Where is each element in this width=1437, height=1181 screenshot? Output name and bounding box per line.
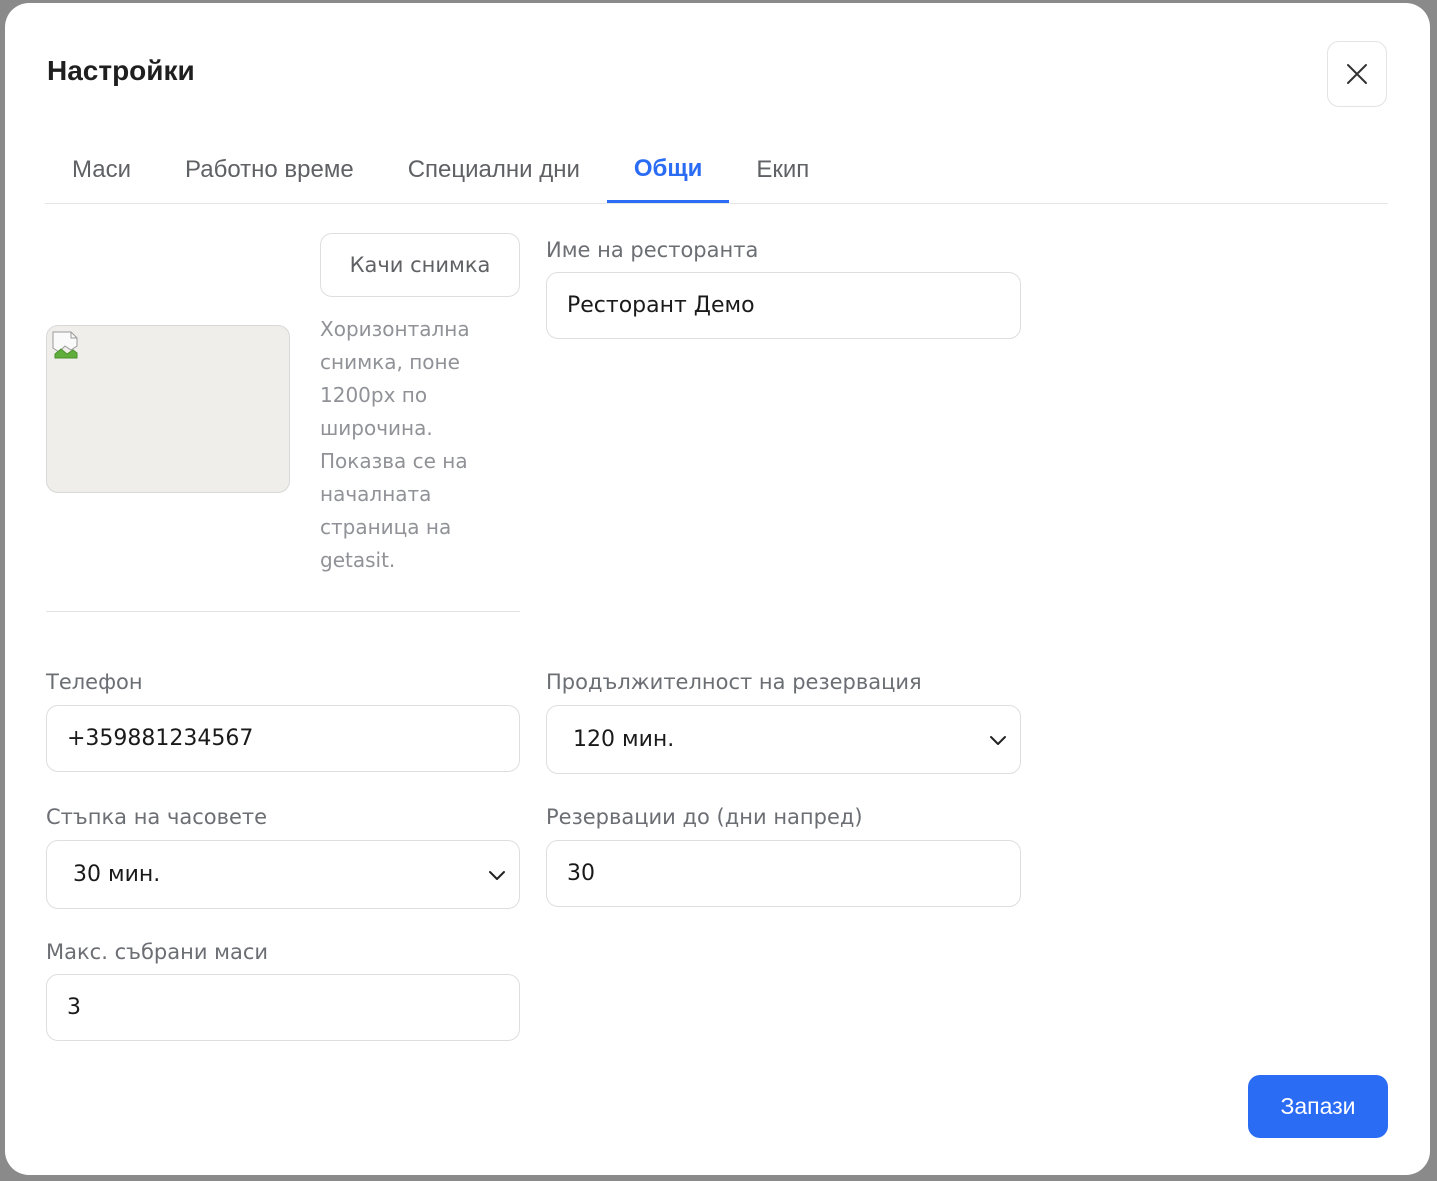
tab-working-hours[interactable]: Работно време [158,137,381,203]
restaurant-name-label: Име на ресторанта [546,238,759,262]
days-ahead-input[interactable] [567,861,1020,886]
time-step-select[interactable]: 30 мин. [46,840,520,909]
tab-team[interactable]: Екип [729,137,836,203]
time-step-selected-value: 30 мин. [73,862,161,887]
duration-selected-value: 120 мин. [573,727,675,752]
max-tables-field[interactable] [46,974,520,1041]
tab-special-days[interactable]: Специални дни [381,137,607,203]
modal-title: Настройки [47,55,195,86]
duration-label: Продължителност на резервация [546,670,922,694]
settings-modal: Настройки Маси Работно време Специални д… [5,3,1430,1175]
tab-tables[interactable]: Маси [45,137,158,203]
photo-hint-text: Хоризонтална снимка, поне 1200px по широ… [320,317,470,572]
phone-input[interactable] [67,726,519,751]
restaurant-name-input[interactable] [567,293,1020,318]
close-icon [1347,64,1367,84]
phone-field[interactable] [46,705,520,772]
save-button[interactable]: Запази [1248,1075,1388,1138]
days-ahead-label: Резервации до (дни напред) [546,805,863,829]
max-tables-label: Макс. събрани маси [46,940,269,964]
time-step-label: Стъпка на часовете [46,805,268,829]
restaurant-photo-preview [46,325,290,493]
broken-image-icon [52,331,78,359]
chevron-down-icon [489,870,505,880]
settings-tabs: Маси Работно време Специални дни Общи Ек… [45,137,1388,204]
restaurant-name-field[interactable] [546,272,1021,339]
section-divider [46,611,520,612]
phone-label: Телефон [46,670,143,694]
chevron-down-icon [990,735,1006,745]
duration-select[interactable]: 120 мин. [546,705,1021,774]
days-ahead-field[interactable] [546,840,1021,907]
upload-photo-button[interactable]: Качи снимка [320,233,520,297]
tab-general[interactable]: Общи [606,137,730,203]
max-tables-input[interactable] [67,995,519,1020]
close-button[interactable] [1327,41,1387,107]
